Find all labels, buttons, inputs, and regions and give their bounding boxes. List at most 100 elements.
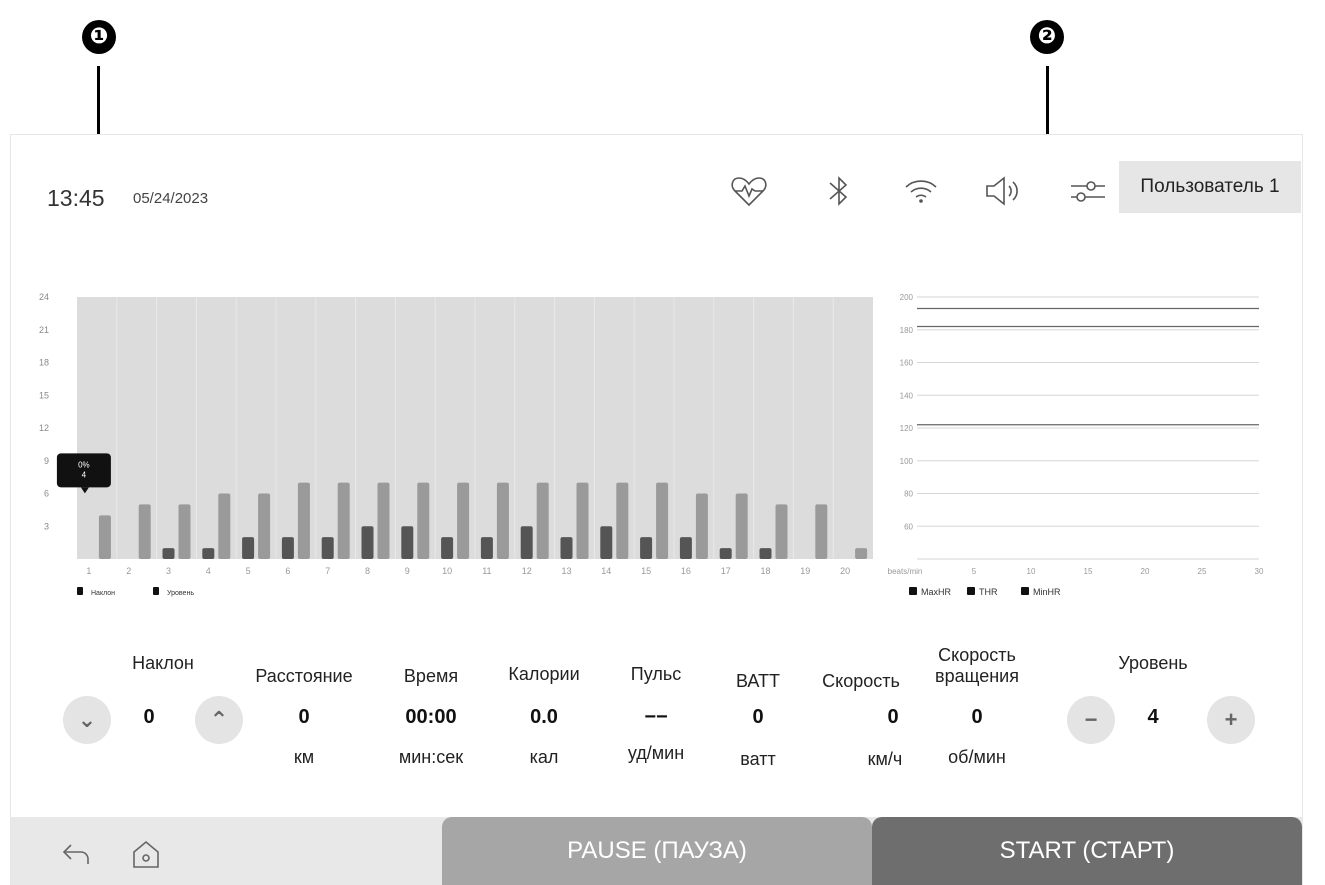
x-tick-label: 18 xyxy=(760,566,770,576)
x-tick-label: 5 xyxy=(246,566,251,576)
legend-swatch-thr xyxy=(967,587,975,595)
x-tick-label: 8 xyxy=(365,566,370,576)
y-tick-label: 24 xyxy=(39,292,49,302)
level-bar xyxy=(258,493,271,559)
level-bar xyxy=(656,482,669,559)
pulse-unit: уд/мин xyxy=(627,743,685,763)
tooltip-line-1: 0% xyxy=(78,460,90,469)
incline-bar xyxy=(321,537,334,559)
x-tick-label: 4 xyxy=(206,566,211,576)
heart-rate-chart: 60 80 100 120 140 160 180 200 beats/min 5 10 15 20 25… xyxy=(888,293,1264,597)
x-tick-label: 12 xyxy=(522,566,532,576)
y-tick-label: 15 xyxy=(39,390,49,400)
volume-icon[interactable] xyxy=(981,169,1025,213)
wifi-icon[interactable] xyxy=(899,169,943,213)
x-tick-label: 5 xyxy=(972,567,977,576)
legend-label-minhr: MinHR xyxy=(1033,587,1061,597)
settings-sliders-icon[interactable] xyxy=(1065,169,1109,213)
bluetooth-icon[interactable] xyxy=(817,169,861,213)
pause-button[interactable]: PAUSE (ПАУЗА) xyxy=(442,817,872,885)
level-bar xyxy=(735,493,748,559)
incline-bar xyxy=(162,548,175,559)
clock-time: 13:45 xyxy=(47,185,105,211)
y-tick-label: 3 xyxy=(44,521,49,531)
level-bar xyxy=(457,482,470,559)
level-bar xyxy=(377,482,390,559)
x-tick-label: 15 xyxy=(641,566,651,576)
y-tick-label: 6 xyxy=(44,489,49,499)
x-tick-label: 7 xyxy=(325,566,330,576)
incline-up-button[interactable]: ⌃ xyxy=(195,696,243,744)
incline-bar xyxy=(242,537,255,559)
x-tick-label: 25 xyxy=(1198,567,1207,576)
watts-unit: ватт xyxy=(740,749,776,769)
level-bar xyxy=(815,504,828,559)
legend-label-maxhr: MaxHR xyxy=(921,587,952,597)
legend-label-incline: Наклон xyxy=(91,590,115,597)
cadence-label-line1: Скорость xyxy=(938,645,1016,665)
level-bar xyxy=(178,504,191,559)
calories-unit: кал xyxy=(529,747,559,767)
level-decrease-button[interactable]: − xyxy=(1067,696,1115,744)
incline-bar xyxy=(401,526,414,559)
y-tick-label: 200 xyxy=(900,293,914,302)
workout-profile-chart: 36912151821241 2 3 4 5 6 7 8 9 10 11 12 13 14 15 16 17 18… xyxy=(39,292,873,597)
cadence-unit: об/мин xyxy=(948,747,1006,767)
callout-2-marker: ❷ xyxy=(1030,20,1064,54)
incline-bar xyxy=(361,526,374,559)
x-axis-label: beats/min xyxy=(888,567,923,576)
y-tick-label: 80 xyxy=(904,490,913,499)
y-tick-label: 100 xyxy=(900,457,914,466)
user-profile-button[interactable]: Пользователь 1 xyxy=(1119,161,1301,213)
incline-bar xyxy=(640,537,653,559)
legend-swatch-minhr xyxy=(1021,587,1029,595)
home-icon[interactable] xyxy=(129,837,163,871)
back-arrow-icon[interactable] xyxy=(59,837,93,871)
incline-value: 0 xyxy=(143,706,155,728)
y-tick-label: 18 xyxy=(39,358,49,368)
x-tick-label: 9 xyxy=(405,566,410,576)
incline-bar xyxy=(759,548,772,559)
incline-bar xyxy=(600,526,613,559)
x-tick-label: 14 xyxy=(601,566,611,576)
plus-icon: + xyxy=(1224,707,1238,732)
heart-rate-icon[interactable] xyxy=(727,169,771,213)
x-tick-label: 20 xyxy=(1141,567,1150,576)
level-increase-button[interactable]: + xyxy=(1207,696,1255,744)
incline-label: Наклон xyxy=(132,653,194,673)
clock-date: 05/24/2023 xyxy=(133,190,209,207)
console-screen: 13:45 05/24/2023 Пользователь 1 3 6 9 12 15 1… xyxy=(10,134,1303,885)
legend-swatch-incline xyxy=(77,587,83,595)
level-bar xyxy=(218,493,231,559)
level-bar xyxy=(536,482,549,559)
incline-bar xyxy=(281,537,294,559)
bottom-bar: PAUSE (ПАУЗА) START (СТАРТ) xyxy=(11,817,1302,885)
level-bar xyxy=(576,482,589,559)
legend-label-thr: THR xyxy=(979,587,998,597)
x-tick-label: 30 xyxy=(1255,567,1264,576)
time-label: Время xyxy=(403,666,459,686)
incline-bar xyxy=(202,548,215,559)
minus-icon: − xyxy=(1084,707,1098,732)
callout-1-marker: ❶ xyxy=(82,20,116,54)
tooltip-line-2: 4 xyxy=(82,470,87,479)
incline-bar xyxy=(520,526,533,559)
level-bar xyxy=(297,482,310,559)
y-tick-label: 140 xyxy=(900,391,914,400)
legend-swatch-level xyxy=(153,587,159,595)
x-tick-label: 3 xyxy=(166,566,171,576)
incline-down-button[interactable]: ⌄ xyxy=(63,696,111,744)
x-tick-label: 10 xyxy=(442,566,452,576)
x-tick-label: 11 xyxy=(482,566,491,576)
watts-value: 0 xyxy=(752,706,764,728)
distance-value: 0 xyxy=(298,706,310,728)
level-label: Уровень xyxy=(1118,653,1188,673)
level-bar xyxy=(695,493,708,559)
level-bar xyxy=(417,482,430,559)
start-button[interactable]: START (СТАРТ) xyxy=(872,817,1302,885)
incline-bar xyxy=(560,537,573,559)
incline-bar xyxy=(679,537,692,559)
level-bar xyxy=(138,504,151,559)
x-tick-label: 2 xyxy=(126,566,131,576)
cadence-label-line2: вращения xyxy=(935,666,1019,686)
